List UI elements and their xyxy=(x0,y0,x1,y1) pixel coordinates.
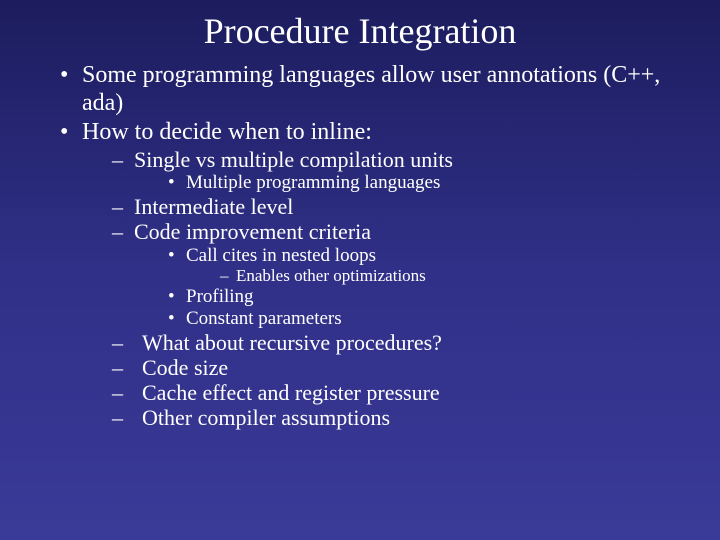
sub-item: Single vs multiple compilation units Mul… xyxy=(112,147,690,194)
sub-item: Code size xyxy=(112,355,690,380)
sub-item: Other compiler assumptions xyxy=(112,405,690,430)
bullet-item: How to decide when to inline: Single vs … xyxy=(60,119,690,431)
sub-sub-sub-text: Enables other optimizations xyxy=(236,266,426,285)
sub-text: Code improvement criteria xyxy=(134,219,371,244)
bullet-item: Some programming languages allow user an… xyxy=(60,62,690,117)
sub-sub-list: Multiple programming languages xyxy=(134,172,690,194)
sub-sub-sub-list: Enables other optimizations xyxy=(186,266,690,286)
sub-sub-item: Profiling xyxy=(168,286,690,308)
sub-text: Code size xyxy=(142,355,228,380)
sub-sub-item: Call cites in nested loops Enables other… xyxy=(168,245,690,286)
sub-item: Code improvement criteria Call cites in … xyxy=(112,219,690,329)
sub-text: What about recursive procedures? xyxy=(142,330,442,355)
sub-sub-sub-item: Enables other optimizations xyxy=(220,266,690,286)
sub-item: What about recursive procedures? xyxy=(112,330,690,355)
bullet-text: Some programming languages allow user an… xyxy=(82,62,660,116)
sub-sub-text: Constant parameters xyxy=(186,308,342,329)
sub-list: Single vs multiple compilation units Mul… xyxy=(82,147,690,330)
sub-item: Cache effect and register pressure xyxy=(112,380,690,405)
sub-list: What about recursive procedures? Code si… xyxy=(82,330,690,431)
sub-text: Cache effect and register pressure xyxy=(142,380,440,405)
sub-sub-text: Profiling xyxy=(186,286,254,307)
bullet-text: How to decide when to inline: xyxy=(82,119,372,145)
sub-text: Intermediate level xyxy=(134,194,293,219)
slide: Procedure Integration Some programming l… xyxy=(0,0,720,540)
sub-sub-item: Constant parameters xyxy=(168,308,690,330)
sub-sub-list: Call cites in nested loops Enables other… xyxy=(134,245,690,330)
slide-title: Procedure Integration xyxy=(30,10,690,52)
sub-text: Single vs multiple compilation units xyxy=(134,147,453,172)
sub-sub-text: Multiple programming languages xyxy=(186,172,440,193)
bullet-list: Some programming languages allow user an… xyxy=(30,62,690,431)
sub-sub-item: Multiple programming languages xyxy=(168,172,690,194)
sub-sub-text: Call cites in nested loops xyxy=(186,245,376,266)
sub-text: Other compiler assumptions xyxy=(142,405,390,430)
sub-item: Intermediate level xyxy=(112,194,690,219)
